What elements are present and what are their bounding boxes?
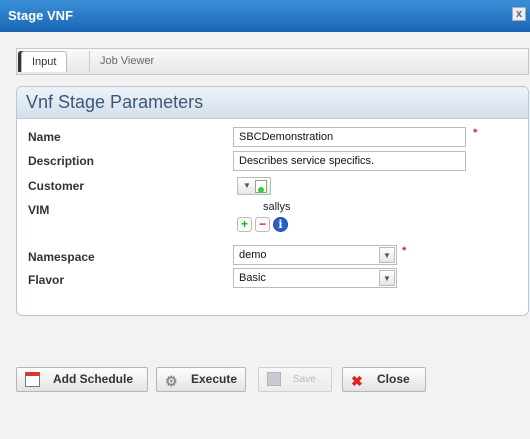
name-required-icon: * (473, 127, 478, 139)
window-titlebar: Stage VNF x (0, 0, 530, 32)
execute-label: Execute (191, 372, 238, 386)
save-label: Save (293, 374, 316, 385)
vim-label: VIM (28, 203, 50, 217)
name-input[interactable]: SBCDemonstration (233, 127, 466, 147)
chevron-down-icon[interactable]: ▼ (243, 181, 251, 190)
calendar-icon (25, 372, 40, 387)
customer-select-icon[interactable] (255, 180, 267, 193)
add-schedule-label: Add Schedule (53, 372, 134, 386)
close-icon: ✖ (351, 373, 363, 389)
customer-picker[interactable]: ▼ (237, 177, 271, 195)
parameters-panel: Vnf Stage Parameters Name SBCDemonstrati… (16, 86, 529, 316)
flavor-label: Flavor (28, 273, 65, 287)
description-label: Description (28, 154, 95, 168)
close-button[interactable]: ✖ Close (342, 367, 426, 392)
panel-header: Vnf Stage Parameters (17, 87, 528, 119)
add-schedule-button[interactable]: Add Schedule (16, 367, 148, 392)
info-icon[interactable]: i (273, 217, 288, 232)
tab-bar: Input Job Viewer (16, 48, 529, 75)
namespace-required-icon: * (402, 245, 407, 257)
window-title: Stage VNF (8, 8, 74, 23)
customer-label: Customer (28, 179, 85, 193)
panel-title: Vnf Stage Parameters (26, 92, 204, 112)
chevron-down-icon[interactable]: ▼ (379, 247, 395, 263)
close-label: Close (377, 372, 410, 386)
remove-vim-icon[interactable]: − (255, 217, 270, 232)
name-label: Name (28, 130, 61, 144)
save-icon (267, 372, 281, 386)
gear-icon: ⚙ (165, 373, 178, 389)
flavor-select[interactable]: Basic ▼ (233, 268, 397, 288)
window-close-icon[interactable]: x (512, 7, 526, 21)
save-button[interactable]: Save (258, 367, 332, 392)
add-vim-icon[interactable]: + (237, 217, 252, 232)
namespace-value: demo (239, 249, 267, 261)
tab-input[interactable]: Input (21, 51, 68, 72)
tab-job-viewer[interactable]: Job Viewer (89, 51, 164, 72)
chevron-down-icon[interactable]: ▼ (379, 270, 395, 286)
vim-value: sallys (263, 201, 291, 213)
execute-button[interactable]: ⚙ Execute (156, 367, 246, 392)
namespace-label: Namespace (28, 250, 95, 264)
flavor-value: Basic (239, 272, 266, 284)
namespace-select[interactable]: demo ▼ (233, 245, 397, 265)
description-input[interactable]: Describes service specifics. (233, 151, 466, 171)
window-body: Input Job Viewer Vnf Stage Parameters Na… (0, 32, 530, 439)
